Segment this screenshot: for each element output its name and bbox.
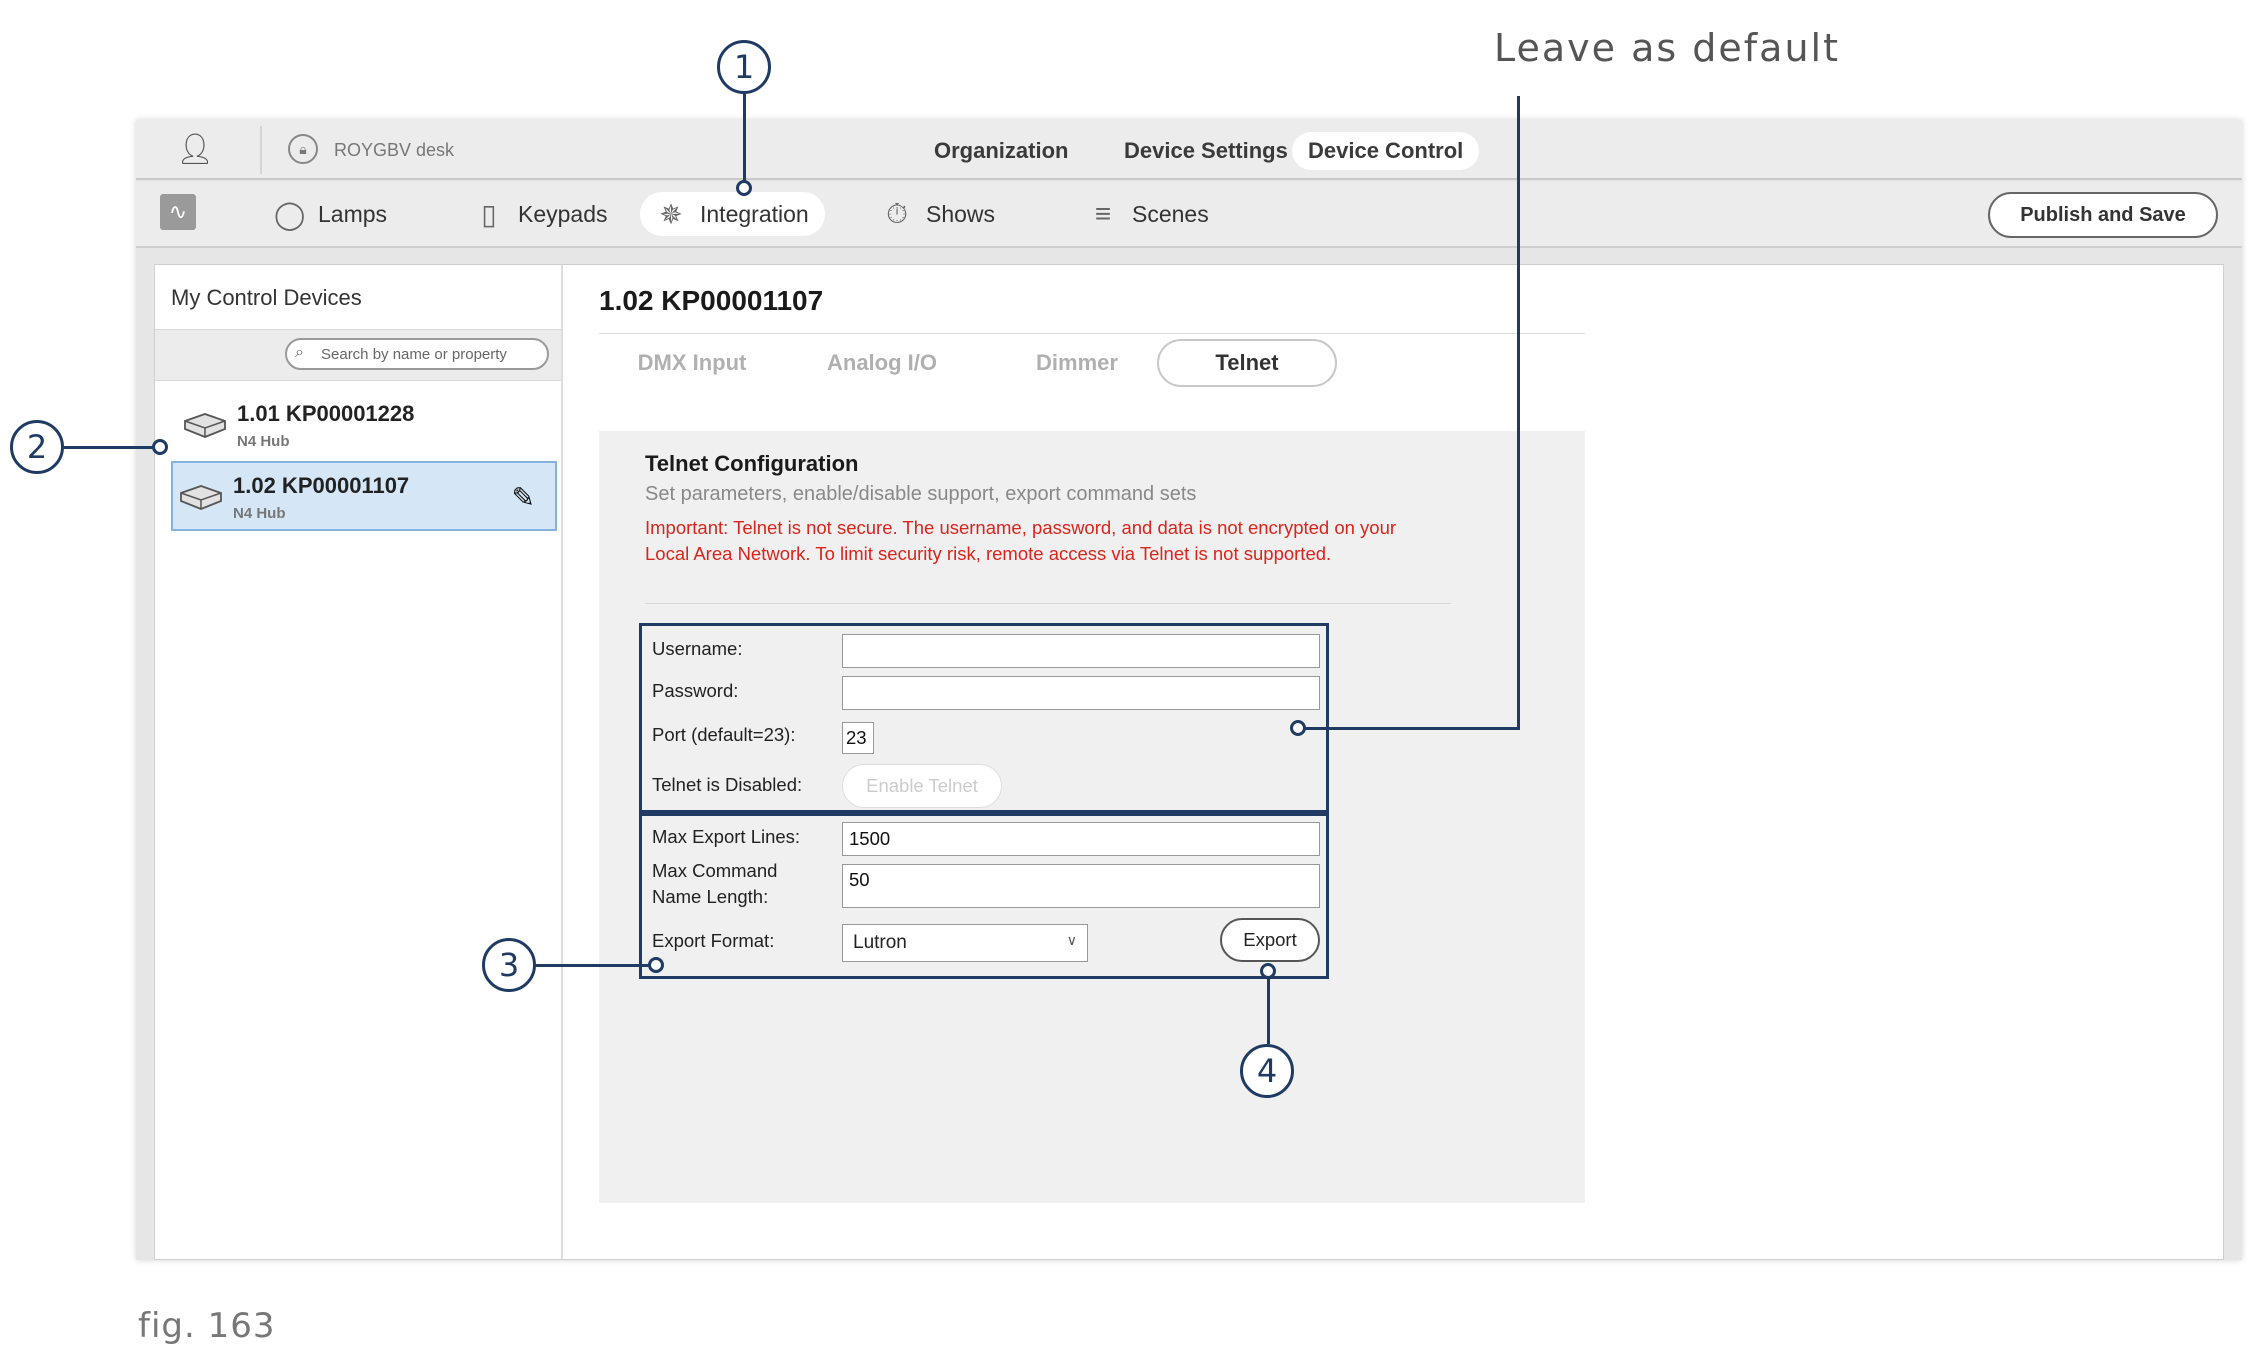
toolbar-item-shows[interactable]: ⏱︎ Shows	[866, 192, 1011, 236]
callout-4: 4	[1240, 1044, 1294, 1098]
callout-1-line	[743, 94, 746, 186]
lamp-icon: ◯	[274, 198, 306, 230]
mode-tab-device-control[interactable]: Device Control	[1292, 132, 1480, 170]
top-bar: 👤︎ 🔒︎ ROYGBV desk Organization Device Se…	[136, 120, 2242, 180]
mode-tab-organization[interactable]: Organization	[918, 132, 1084, 170]
content-area: My Control Devices ⌕ Search by name or p…	[154, 264, 2224, 1260]
username-label: Username:	[652, 638, 743, 659]
toolbar-item-keypads[interactable]: ▯ Keypads	[458, 192, 624, 236]
search-icon: ⌕	[295, 344, 304, 361]
toolbar-item-lamps[interactable]: ◯ Lamps	[258, 192, 403, 236]
callout-3-line	[536, 964, 650, 967]
username-input[interactable]	[842, 634, 1320, 668]
callout-3-dot	[648, 957, 664, 973]
lock-icon: 🔒︎	[288, 134, 318, 164]
password-input[interactable]	[842, 676, 1320, 710]
device-name: 1.02 KP00001107	[233, 473, 410, 498]
config-title: Telnet Configuration	[645, 451, 859, 476]
search-strip: ⌕ Search by name or property	[155, 329, 561, 381]
password-label: Password:	[652, 680, 739, 701]
divider	[645, 603, 1451, 604]
hub-icon	[180, 485, 222, 510]
device-type: N4 Hub	[233, 505, 286, 522]
device-type: N4 Hub	[237, 433, 290, 450]
callout-2-line	[64, 446, 156, 449]
callout-4-line	[1267, 976, 1270, 1044]
security-warning: Important: Telnet is not secure. The use…	[645, 517, 1397, 564]
enable-telnet-button[interactable]: Enable Telnet	[842, 764, 1002, 808]
hub-icon	[184, 413, 226, 438]
device-item-1-02[interactable]: 1.02 KP00001107 N4 Hub ✎	[171, 461, 557, 531]
divider	[260, 126, 262, 174]
max-command-name-label: Max Command Name Length:	[652, 860, 778, 907]
toolbar: ∿ ◯ Lamps ▯ Keypads ✵ Integration ⏱︎ Sho…	[136, 182, 2242, 248]
pencil-icon[interactable]: ✎	[512, 481, 535, 514]
export-format-label: Export Format:	[652, 930, 775, 951]
left-panel: My Control Devices ⌕ Search by name or p…	[155, 265, 563, 1259]
figure-caption: fig. 163	[138, 1306, 276, 1346]
export-format-select[interactable]: Lutron ∨	[842, 924, 1088, 962]
callout-1-dot	[736, 180, 752, 196]
export-format-value: Lutron	[853, 932, 907, 953]
config-subtitle: Set parameters, enable/disable support, …	[645, 483, 1197, 505]
export-button[interactable]: Export	[1220, 918, 1320, 962]
callout-3: 3	[482, 938, 536, 992]
device-title: 1.02 KP00001107	[599, 285, 824, 316]
port-input[interactable]: 23	[842, 722, 874, 754]
port-label: Port (default=23):	[652, 724, 796, 745]
callout-1: 1	[717, 40, 771, 94]
toolbar-item-label: Keypads	[518, 200, 608, 227]
integration-icon: ✵	[659, 198, 683, 230]
toolbar-item-label: Shows	[926, 200, 996, 227]
toolbar-item-integration[interactable]: ✵ Integration	[640, 192, 825, 236]
app-window: 👤︎ 🔒︎ ROYGBV desk Organization Device Se…	[136, 120, 2242, 1260]
tab-dmx-input[interactable]: DMX Input	[627, 339, 757, 387]
device-item-1-01[interactable]: 1.01 KP00001228 N4 Hub	[177, 391, 563, 461]
telnet-status-label: Telnet is Disabled:	[652, 774, 803, 795]
chevron-down-icon: ∨	[1066, 932, 1077, 948]
toolbar-item-label: Scenes	[1132, 200, 1209, 227]
activity-icon[interactable]: ∿	[160, 194, 196, 230]
export-group: Max Export Lines: 1500 Max Command Name …	[639, 813, 1329, 979]
search-input[interactable]: Search by name or property	[285, 338, 549, 370]
callout-2-dot	[152, 439, 168, 455]
stopwatch-icon: ⏱︎	[886, 197, 908, 229]
leave-default-vline	[1517, 96, 1520, 730]
leave-default-dot	[1290, 720, 1306, 736]
sliders-icon: ≡	[1094, 198, 1112, 229]
annotation-leave-default: Leave as default	[1494, 26, 1840, 70]
max-export-lines-label: Max Export Lines:	[652, 826, 801, 847]
mode-tab-device-settings[interactable]: Device Settings	[1108, 132, 1304, 170]
telnet-config-panel: Telnet Configuration Set parameters, ena…	[599, 431, 1585, 1203]
tab-telnet[interactable]: Telnet	[1157, 339, 1337, 387]
callout-2: 2	[10, 420, 64, 474]
user-settings-icon[interactable]: 👤︎	[176, 132, 214, 167]
credentials-group: Username: Password: Port (default=23): 2…	[639, 623, 1329, 813]
toolbar-item-scenes[interactable]: ≡ Scenes	[1072, 192, 1225, 236]
publish-and-save-button[interactable]: Publish and Save	[1988, 192, 2218, 238]
toolbar-item-label: Integration	[700, 200, 809, 227]
leave-default-hline	[1300, 727, 1520, 730]
max-export-lines-input[interactable]: 1500	[842, 822, 1320, 856]
tab-dimmer[interactable]: Dimmer	[1007, 339, 1147, 387]
tab-analog-io[interactable]: Analog I/O	[807, 339, 957, 387]
toolbar-item-label: Lamps	[318, 200, 388, 227]
device-name: 1.01 KP00001228	[237, 401, 415, 426]
keypad-icon: ▯	[481, 198, 497, 230]
divider	[599, 333, 1585, 334]
max-command-name-input[interactable]: 50	[842, 864, 1320, 908]
desk-name: ROYGBV desk	[334, 140, 455, 160]
callout-4-dot	[1260, 963, 1276, 979]
panel-title: My Control Devices	[171, 285, 362, 310]
